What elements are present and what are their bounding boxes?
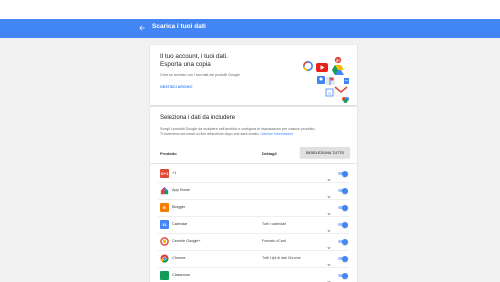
google-plus-one-icon: G+1 xyxy=(160,169,169,178)
svg-text:g+: g+ xyxy=(336,58,340,62)
product-name: Chrome xyxy=(172,256,186,260)
product-name: Blogger xyxy=(172,205,186,209)
toggle-knob xyxy=(342,187,348,194)
product-name: +1 xyxy=(172,171,177,175)
deselect-all-button[interactable]: DESELEZIONA TUTTO xyxy=(300,147,350,158)
select-description-line2: Ti invieremo via email un link all'archi… xyxy=(160,132,294,136)
chevron-down-icon[interactable] xyxy=(326,187,332,198)
toggle-knob xyxy=(342,238,348,245)
include-toggle[interactable] xyxy=(337,170,348,177)
include-toggle[interactable] xyxy=(337,255,348,262)
page-title: Scarica i tuoi dati xyxy=(152,23,206,30)
select-data-card: Seleziona i dati da includere Scegli i p… xyxy=(150,107,357,282)
include-toggle[interactable] xyxy=(337,204,348,211)
manage-archives-link[interactable]: GESTISCI ARCHIVI xyxy=(160,85,192,89)
google-plus-icon: g+ xyxy=(334,56,342,64)
product-row: Classroom xyxy=(150,267,357,282)
calendar-icon: 31 xyxy=(160,220,169,229)
account-title-line1: Il tuo account, i tuoi dati. xyxy=(160,53,228,60)
contacts-icon xyxy=(317,76,325,84)
product-setting[interactable]: Tutti i tipi di dati Chrome xyxy=(262,256,301,260)
blogger-icon: B xyxy=(160,203,169,212)
header-divider xyxy=(150,163,357,164)
docs-icon xyxy=(344,78,349,84)
drive-icon xyxy=(332,65,344,75)
product-row: G+1 +1 xyxy=(150,165,357,182)
chevron-down-icon[interactable] xyxy=(326,170,332,181)
youtube-icon xyxy=(316,63,328,72)
include-toggle[interactable] xyxy=(337,221,348,228)
product-setting[interactable]: Tutti i calendari xyxy=(262,222,286,226)
select-title: Seleziona i dati da includere xyxy=(160,115,236,121)
toggle-knob xyxy=(342,255,348,262)
calendar-small-icon: 31 xyxy=(325,88,334,97)
photos-icon xyxy=(342,97,349,103)
product-row: B Blogger xyxy=(150,199,357,216)
app-bar: Scarica i tuoi dati xyxy=(0,19,500,38)
product-name: App Home xyxy=(172,188,190,192)
chevron-down-icon[interactable] xyxy=(326,272,332,282)
product-name: Calendar xyxy=(172,222,188,226)
svg-text:31: 31 xyxy=(328,92,332,96)
toggle-knob xyxy=(342,170,348,177)
browser-top-strip xyxy=(0,0,500,19)
chevron-down-icon[interactable] xyxy=(326,221,332,232)
account-title-line2: Esporta una copia xyxy=(160,61,211,68)
product-row: 31 Calendar Tutti i calendari xyxy=(150,216,357,233)
account-card: Il tuo account, i tuoi dati. Esporta una… xyxy=(150,45,357,105)
google-home-icon xyxy=(160,186,169,195)
column-header-product: Prodotto xyxy=(160,151,177,156)
include-toggle[interactable] xyxy=(337,272,348,279)
product-name: Cerchie Google+ xyxy=(172,239,201,243)
chevron-down-icon[interactable] xyxy=(326,204,332,215)
product-row: Cerchie Google+ Formato vCard xyxy=(150,233,357,250)
product-name: Classroom xyxy=(172,273,191,277)
more-info-link[interactable]: Ulteriori informazioni xyxy=(260,132,293,136)
chrome-icon xyxy=(160,254,169,263)
include-toggle[interactable] xyxy=(337,187,348,194)
toggle-knob xyxy=(342,204,348,211)
classroom-icon xyxy=(160,271,169,280)
column-header-details: Dettagli xyxy=(262,151,277,156)
product-setting[interactable]: Formato vCard xyxy=(262,239,286,243)
google-logo-icon xyxy=(303,61,313,71)
google-plus-circles-icon xyxy=(160,237,169,246)
account-description: Crea un archivio con i tuoi dati dei pro… xyxy=(160,73,241,77)
product-row: App Home xyxy=(150,182,357,199)
product-row: Chrome Tutti i tipi di dati Chrome xyxy=(150,250,357,267)
select-description-line1: Scegli i prodotti Google da includere ne… xyxy=(160,127,316,131)
chevron-down-icon[interactable] xyxy=(326,238,332,249)
gmail-icon xyxy=(334,86,348,97)
products-logo-cluster: g+ 31 xyxy=(300,55,355,103)
include-toggle[interactable] xyxy=(337,238,348,245)
toggle-knob xyxy=(342,272,348,279)
chevron-down-icon[interactable] xyxy=(326,255,332,266)
back-arrow-icon[interactable] xyxy=(136,22,148,34)
toggle-knob xyxy=(342,221,348,228)
maps-icon xyxy=(326,77,335,85)
